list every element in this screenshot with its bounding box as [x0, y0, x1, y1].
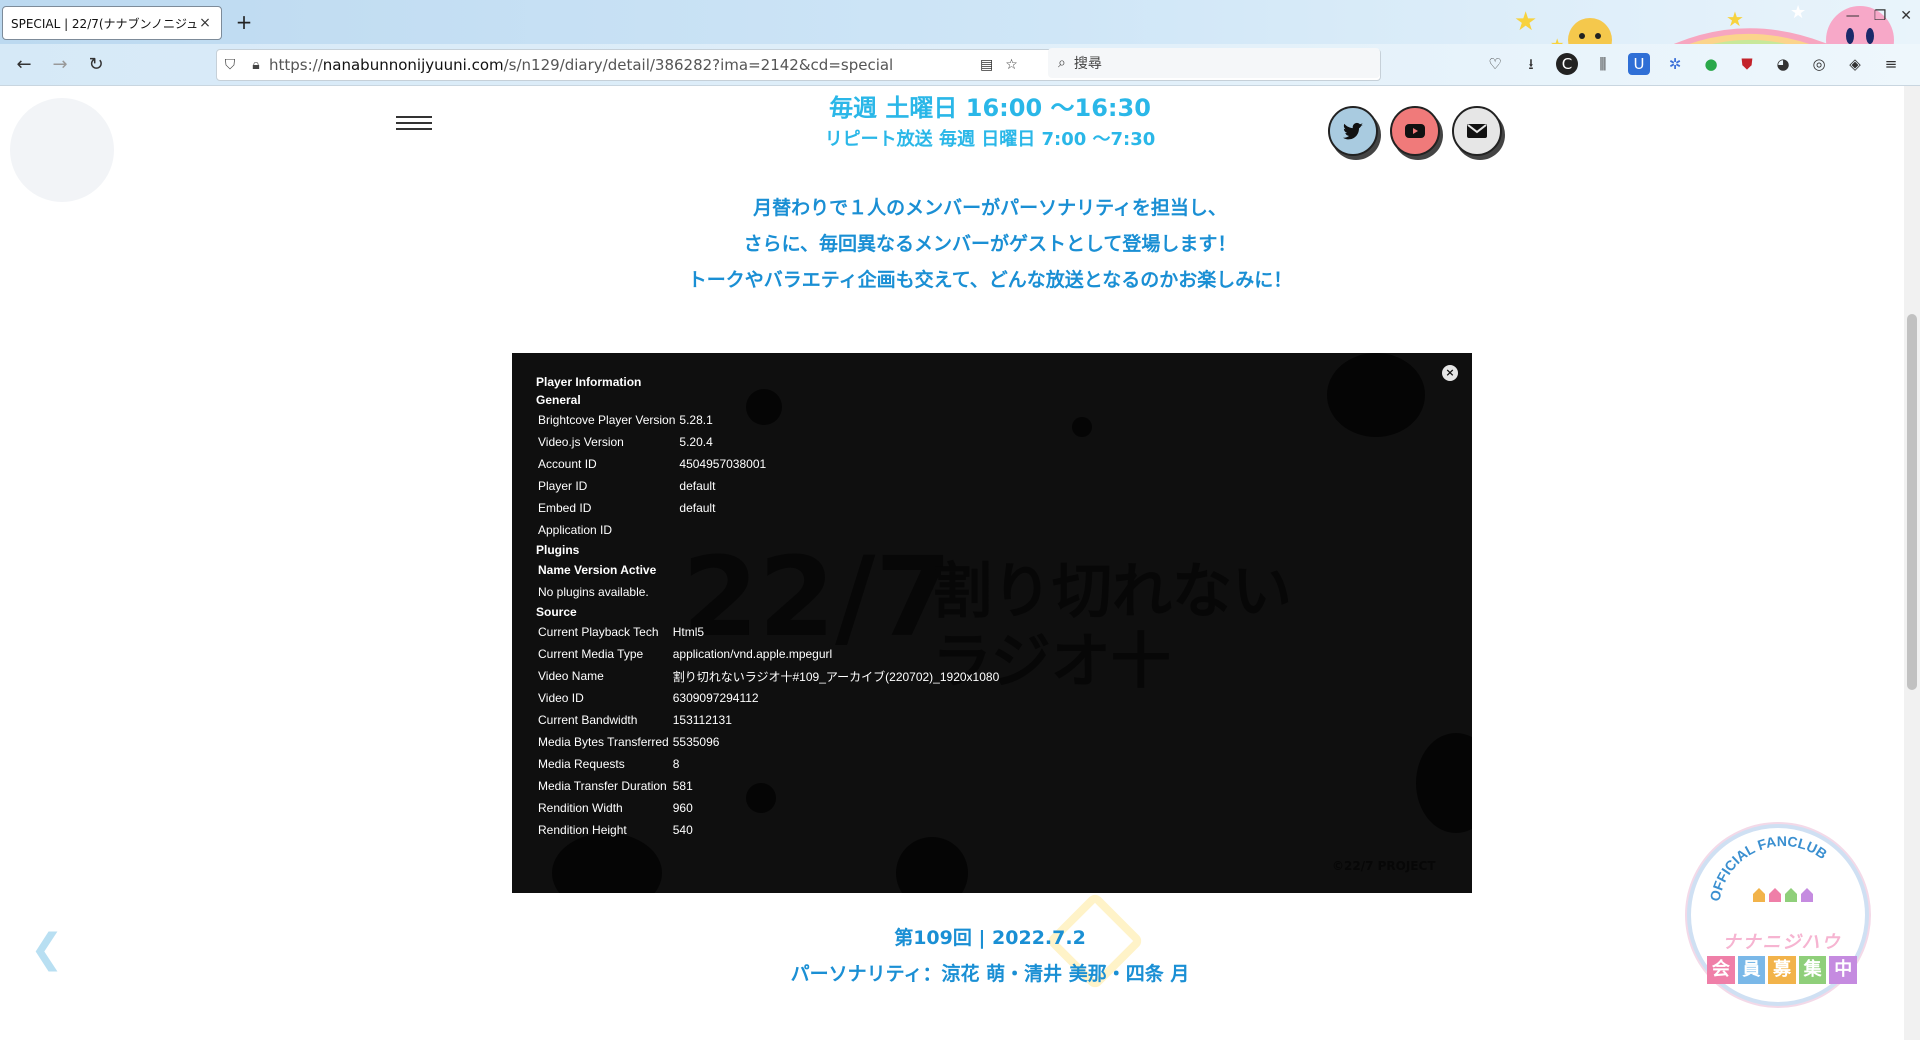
menu-hamburger-icon[interactable]: ≡	[1880, 53, 1902, 75]
twitter-icon[interactable]	[1328, 106, 1378, 156]
info-row: Video ID 6309097294112	[538, 691, 759, 705]
extension-shield-icon[interactable]: ◈	[1844, 53, 1866, 75]
background-dot	[552, 833, 662, 893]
tab-strip: SPECIAL | 22/7(ナナブンノニジュー × + ★ ★ ★ ★ — ❐…	[0, 0, 1920, 86]
info-row: Current Playback Tech Html5	[538, 625, 705, 639]
info-title: Player Information	[536, 375, 642, 389]
svg-text:★: ★	[1726, 7, 1744, 31]
shield-icon[interactable]: ⛉	[217, 57, 243, 73]
schedule-main: 毎週 土曜日 16:00 ～16:30	[829, 94, 1151, 122]
svg-text:★: ★	[1790, 2, 1806, 23]
extension-green-dot-icon[interactable]: ●	[1700, 53, 1722, 75]
intro-line: 月替わりで１人のメンバーがパーソナリティを担当し、	[753, 197, 1227, 219]
extension-gear-icon[interactable]: ✲	[1664, 53, 1686, 75]
schedule-repeat: リピート放送 毎週 日曜日 7:00 ～7:30	[824, 129, 1156, 150]
bookmark-star-icon[interactable]: ☆	[1005, 57, 1018, 73]
back-arrow-icon[interactable]: ←	[12, 53, 36, 77]
episode-personality: パーソナリティ：涼花 萌・清井 美那・四条 月	[790, 963, 1190, 985]
tab-close-icon[interactable]: ×	[197, 15, 213, 31]
episode-info: 第109回 | 2022.7.2 パーソナリティ：涼花 萌・清井 美那・四条 月	[560, 920, 1420, 992]
page-scrollbar[interactable]	[1904, 86, 1920, 1040]
scrollbar-thumb[interactable]	[1907, 314, 1917, 690]
library-icon[interactable]: ⫼	[1592, 53, 1614, 75]
navigation-toolbar: ← → ↻ ⛉ 🔒︎ https://nanabunnonijyuuni.com…	[0, 44, 1920, 86]
extension-c-icon[interactable]: C	[1556, 53, 1578, 75]
plugins-empty: No plugins available.	[538, 585, 649, 599]
plugins-columns: Name Version Active	[538, 563, 657, 577]
tab-title: SPECIAL | 22/7(ナナブンノニジュー	[11, 16, 197, 31]
recruit-char: 募	[1768, 956, 1796, 984]
extension-toolbar: ♡ ⭳ C ⫼ U ✲ ● ⛊ ◕ ◎ ◈ ≡	[1484, 53, 1902, 75]
info-row: Rendition Width 960	[538, 801, 693, 815]
info-row: Video Name 割り切れないラジオ十#109_アーカイブ(220702)_1…	[538, 669, 1000, 684]
intro-line: さらに、毎回異なるメンバーがゲストとして登場します！	[743, 233, 1237, 255]
svg-text:★: ★	[1514, 7, 1537, 37]
reload-icon[interactable]: ↻	[84, 53, 108, 77]
plugins-heading: Plugins	[536, 543, 580, 557]
info-row: Account ID 4504957038001	[538, 457, 767, 471]
info-row: Media Transfer Duration 581	[538, 779, 693, 793]
lock-icon[interactable]: 🔒︎	[243, 57, 269, 73]
info-row: Player ID default	[538, 479, 716, 493]
youtube-icon[interactable]	[1390, 106, 1440, 156]
info-row: Rendition Height 540	[538, 823, 693, 837]
info-row: Brightcove Player Version 5.28.1	[538, 413, 713, 427]
bitwarden-icon[interactable]: U	[1628, 53, 1650, 75]
web-page: 毎週 土曜日 16:00 ～16:30 リピート放送 毎週 日曜日 7:00 ～…	[0, 86, 1920, 1040]
info-row: Current Media Type application/vnd.apple.…	[538, 647, 833, 661]
search-placeholder: 搜尋	[1073, 56, 1102, 72]
background-dot	[1072, 417, 1092, 437]
search-icon: ⌕	[1058, 55, 1066, 71]
window-controls: — ❐ ✕	[1846, 8, 1912, 24]
restore-icon[interactable]: ❐	[1874, 8, 1887, 24]
general-heading: General	[536, 393, 581, 407]
window-close-icon[interactable]: ✕	[1900, 8, 1912, 24]
intro-line: トークやバラエティ企画も交えて、どんな放送となるのかお楽しみに！	[687, 269, 1293, 291]
info-row: Current Bandwidth 153112131	[538, 713, 732, 727]
house-icons	[1753, 888, 1813, 902]
info-row: Media Requests 8	[538, 757, 680, 771]
source-heading: Source	[536, 605, 577, 619]
pocket-icon[interactable]: ♡	[1484, 53, 1506, 75]
mail-icon[interactable]	[1452, 106, 1502, 156]
recruit-char: 員	[1737, 956, 1766, 984]
new-tab-button[interactable]: +	[232, 10, 256, 34]
close-info-icon[interactable]: ×	[1442, 365, 1458, 381]
ghost-copyright: ©22/7 PROJECT	[1332, 859, 1436, 873]
general-table: Brightcove Player Version 5.28.1 Video.js…	[538, 409, 766, 541]
search-box[interactable]: ⌕ 搜尋	[1048, 48, 1380, 78]
background-dot	[1416, 733, 1472, 833]
site-menu-icon[interactable]	[396, 116, 432, 132]
recruiting-label: 会員募集中	[1707, 956, 1857, 984]
info-row: Video.js Version 5.20.4	[538, 435, 713, 449]
fanclub-badge[interactable]: OFFICIAL FANCLUB ナナニジハウス 会員募集中	[1687, 824, 1869, 1006]
player-information-panel: Player Information General Brightcove Pl…	[536, 373, 999, 841]
minimize-icon[interactable]: —	[1846, 8, 1860, 24]
info-row: Embed ID default	[538, 501, 716, 515]
forward-arrow-icon[interactable]: →	[48, 53, 72, 77]
info-row: Media Bytes Transferred 5535096	[538, 735, 720, 749]
extension-multi-icon[interactable]: ◕	[1772, 53, 1794, 75]
extension-toggle-icon[interactable]: ◎	[1808, 53, 1830, 75]
program-description: 月替わりで１人のメンバーがパーソナリティを担当し、 さらに、毎回異なるメンバーが…	[560, 190, 1420, 298]
episode-title: 第109回 | 2022.7.2	[894, 927, 1086, 949]
decorative-circle	[10, 98, 114, 202]
broadcast-schedule: 毎週 土曜日 16:00 ～16:30 リピート放送 毎週 日曜日 7:00 ～…	[760, 88, 1220, 151]
ublock-icon[interactable]: ⛊	[1736, 53, 1758, 75]
urlbar-actions: ▤ ☆	[980, 57, 1018, 73]
recruit-char: 会	[1707, 956, 1735, 984]
browser-tab-active[interactable]: SPECIAL | 22/7(ナナブンノニジュー ×	[2, 6, 222, 40]
background-dot	[896, 837, 968, 893]
decorative-arrow-icon: ❮	[30, 926, 64, 972]
recruit-char: 集	[1798, 956, 1827, 984]
source-table: Current Playback Tech Html5 Current Media…	[538, 621, 999, 841]
recruit-char: 中	[1829, 956, 1857, 984]
reader-view-icon[interactable]: ▤	[980, 57, 993, 73]
info-row: Application ID	[538, 523, 613, 537]
background-dot	[1327, 353, 1425, 437]
download-icon[interactable]: ⭳	[1520, 53, 1542, 75]
video-player[interactable]: 22/7 割り切れない ラジオ十 ©22/7 PROJECT × Player …	[512, 353, 1472, 893]
